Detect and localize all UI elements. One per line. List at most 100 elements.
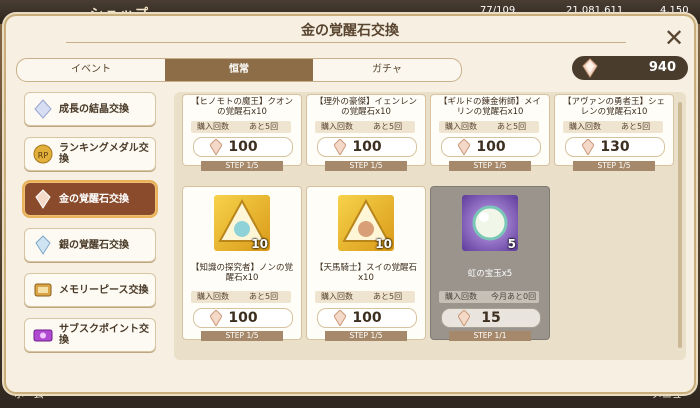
exchange-card[interactable]: 10 【知識の探究者】ノンの覚醒石x10 購入回数 あと5回 100 STEP 1… (182, 186, 302, 341)
exchange-card[interactable]: 10 【天馬騎士】スイの覚醒石x10 購入回数 あと5回 100 STEP 1/5 (306, 186, 426, 341)
purchase-count-value: あと5回 (497, 122, 527, 131)
step-indicator: STEP 1/5 (325, 331, 407, 341)
grid-scrollbar[interactable] (678, 102, 682, 348)
card-item-name: 【理外の豪傑】イェンレンの覚醒石x10 (314, 97, 417, 117)
price-button[interactable]: 100 (193, 137, 293, 157)
purchase-count-row: 購入回数 あと5回 (191, 291, 291, 303)
sidebar-item-silver-awakening-stone[interactable]: 銀の覚醒石交換 (24, 228, 156, 262)
purchase-count-row: 購入回数 あと5回 (315, 121, 415, 133)
premium-value: 4,150 (660, 5, 689, 16)
currency-display: 940 (572, 56, 688, 80)
gold-awakening-stone-icon (209, 138, 223, 160)
card-item-name: 【ギルドの錬金術師】メイリンの覚醒石x10 (438, 97, 541, 117)
price-value: 100 (352, 139, 382, 155)
purchase-count-row: 購入回数 あと5回 (439, 121, 539, 133)
sidebar-item-label: 成長の結晶交換 (59, 103, 129, 115)
gold-awakening-stone-icon (457, 138, 471, 160)
purchase-count-value: あと5回 (373, 292, 403, 301)
card-item-name: 【ヒノモトの魔王】クオンの覚醒石x10 (190, 97, 293, 117)
exchange-card[interactable]: 【ギルドの錬金術師】メイリンの覚醒石x10 購入回数 あと5回 100 STEP … (430, 94, 550, 171)
exchange-card[interactable]: 【ヒノモトの魔王】クオンの覚醒石x10 購入回数 あと5回 100 STEP 1/… (182, 94, 302, 171)
sidebar-item-gold-awakening-stone[interactable]: 金の覚醒石交換 (24, 182, 156, 216)
purchase-count-value: あと5回 (249, 292, 279, 301)
purchase-count-label: 購入回数 (445, 292, 477, 301)
gold-awakening-stone-icon (457, 309, 471, 331)
modal-title: 金の覚醒石交換 (301, 23, 399, 39)
purchase-count-label: 購入回数 (197, 292, 229, 301)
sidebar-item-label: サブスクポイント交換 (59, 324, 149, 346)
purchase-count-label: 購入回数 (197, 122, 229, 131)
price-button[interactable]: 100 (193, 308, 293, 328)
purchase-count-label: 購入回数 (569, 122, 601, 131)
subscription-ticket-icon (33, 325, 53, 345)
sidebar-item-growth-crystal[interactable]: 成長の結晶交換 (24, 92, 156, 126)
category-tabs: イベント 恒常 ガチャ (16, 58, 462, 82)
step-indicator: STEP 1/1 (449, 331, 531, 341)
rp-medal-icon: RP (33, 144, 53, 164)
stamina-value: 77/109 (480, 5, 516, 16)
card-item-name: 【アヴァンの勇者王】シェレンの覚醒石x10 (562, 97, 665, 117)
purchase-count-row: 購入回数 今月あと0回 (439, 291, 539, 303)
purchase-count-row: 購入回数 あと5回 (315, 291, 415, 303)
sidebar-item-label: メモリーピース交換 (59, 284, 149, 296)
sidebar-item-ranking-medal[interactable]: RP ランキングメダル交換 (24, 137, 156, 171)
step-indicator: STEP 1/5 (449, 161, 531, 171)
price-button[interactable]: 100 (441, 137, 541, 157)
purchase-count-label: 購入回数 (445, 122, 477, 131)
gold-awakening-stone-icon (33, 189, 53, 209)
sidebar-item-subscription-point[interactable]: サブスクポイント交換 (24, 318, 156, 352)
tab-gacha[interactable]: ガチャ (313, 59, 461, 81)
exchange-card[interactable]: 【理外の豪傑】イェンレンの覚醒石x10 購入回数 あと5回 100 STEP 1/… (306, 94, 426, 171)
price-button[interactable]: 130 (565, 137, 665, 157)
memory-piece-icon (33, 280, 53, 300)
purchase-count-value: 今月あと0回 (491, 292, 537, 301)
currency-value: 940 (648, 60, 676, 75)
purchase-count-row: 購入回数 あと5回 (191, 121, 291, 133)
price-value: 100 (476, 139, 506, 155)
step-indicator: STEP 1/5 (573, 161, 655, 171)
price-value: 100 (352, 310, 382, 326)
rainbow-orb-icon: 5 (462, 195, 518, 251)
card-item-name: 【天馬騎士】スイの覚醒石x10 (314, 263, 417, 283)
purchase-count-label: 購入回数 (321, 122, 353, 131)
title-divider (66, 42, 626, 43)
step-indicator: STEP 1/5 (325, 161, 407, 171)
silver-awakening-stone-icon (33, 235, 53, 255)
gold-awakening-stone-icon (333, 309, 347, 331)
item-quantity: 10 (375, 237, 392, 251)
gold-value: 21,081,611 (566, 5, 624, 16)
gold-awakening-stone-icon (209, 309, 223, 331)
sidebar-item-memory-piece[interactable]: メモリーピース交換 (24, 273, 156, 307)
gold-awakening-stone-icon (333, 138, 347, 160)
growth-crystal-icon (33, 99, 53, 119)
tab-event[interactable]: イベント (17, 59, 165, 81)
purchase-count-value: あと5回 (373, 122, 403, 131)
gold-awakening-stone-icon (581, 138, 595, 160)
price-button: 15 (441, 308, 541, 328)
card-item-name: 【知識の探究者】ノンの覚醒石x10 (190, 263, 293, 283)
exchange-card-sold-out: 5 虹の宝玉x5 購入回数 今月あと0回 15 STEP 1/1 (430, 186, 550, 341)
price-button[interactable]: 100 (317, 137, 417, 157)
close-icon[interactable]: ✕ (662, 26, 686, 50)
exchange-modal: 金の覚醒石交換 ✕ イベント 恒常 ガチャ 940 成長の結晶交換 RP ランキ… (6, 16, 694, 392)
price-value: 130 (600, 139, 630, 155)
step-indicator: STEP 1/5 (201, 161, 283, 171)
sidebar-item-label: ランキングメダル交換 (59, 143, 149, 165)
sidebar-item-label: 銀の覚醒石交換 (59, 239, 129, 251)
purchase-count-value: あと5回 (621, 122, 651, 131)
item-quantity: 10 (251, 237, 268, 251)
item-quantity: 5 (507, 237, 516, 251)
tab-permanent[interactable]: 恒常 (165, 59, 313, 81)
purchase-count-row: 購入回数 あと5回 (563, 121, 663, 133)
gold-awakening-stone-portrait-icon: 10 (338, 195, 394, 251)
purchase-count-label: 購入回数 (321, 292, 353, 301)
sidebar-item-label: 金の覚醒石交換 (59, 193, 129, 205)
svg-text:RP: RP (38, 151, 49, 160)
gold-awakening-stone-icon (580, 58, 600, 82)
price-value: 100 (228, 139, 258, 155)
exchange-card[interactable]: 【アヴァンの勇者王】シェレンの覚醒石x10 購入回数 あと5回 130 STEP … (554, 94, 674, 171)
step-indicator: STEP 1/5 (201, 331, 283, 341)
price-value: 15 (481, 310, 501, 326)
purchase-count-value: あと5回 (249, 122, 279, 131)
price-button[interactable]: 100 (317, 308, 417, 328)
